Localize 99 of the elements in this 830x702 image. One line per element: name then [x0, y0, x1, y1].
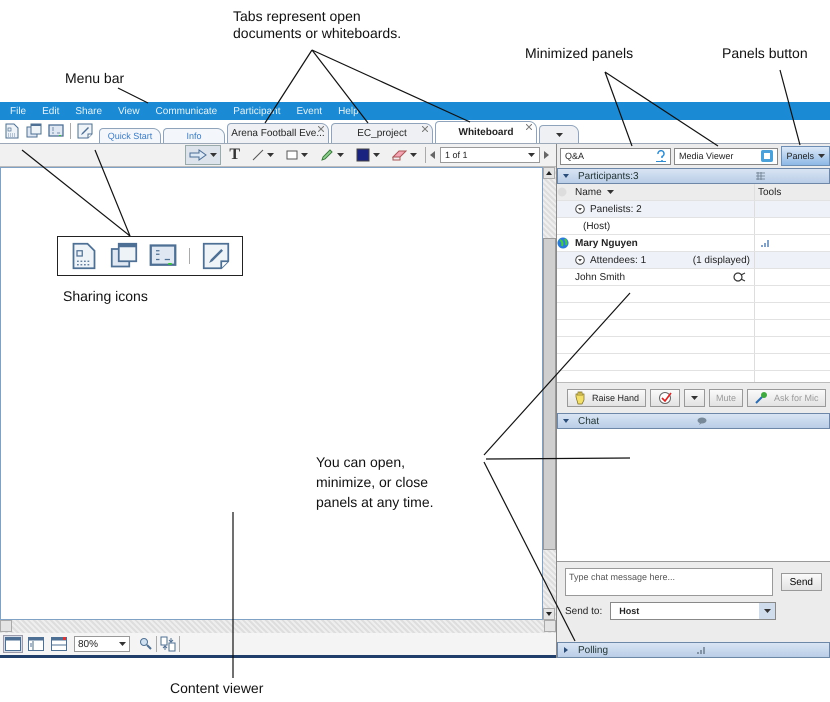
- tab[interactable]: Quick Start: [99, 128, 161, 143]
- caret-icon: [410, 153, 417, 157]
- callout-label: Content viewer: [170, 680, 264, 697]
- callout-label: Minimized panels: [525, 45, 634, 62]
- callout-label: You can open, minimize, or close panels at any time.: [316, 453, 435, 512]
- question-icon: [656, 150, 666, 162]
- magnifier-icon[interactable]: [139, 637, 153, 651]
- close-icon[interactable]: [422, 126, 428, 132]
- panel-title: Polling: [578, 644, 608, 656]
- collapse-circle-icon[interactable]: [575, 204, 585, 214]
- document-tab[interactable]: EC_project: [331, 123, 433, 143]
- split-pane-icon: [28, 637, 44, 651]
- monitor-icon[interactable]: [48, 123, 64, 139]
- caret-icon: [301, 153, 308, 157]
- panel-title: Participants:3: [578, 170, 639, 182]
- sync-pages-icon[interactable]: [160, 636, 176, 652]
- document-icon[interactable]: [70, 242, 98, 270]
- previous-page-icon[interactable]: [430, 151, 436, 159]
- eraser-icon: [392, 149, 407, 161]
- scroll-up-icon[interactable]: [546, 171, 552, 175]
- raise-button[interactable]: Raise Hand: [567, 389, 646, 407]
- chat-message-field[interactable]: Type chat message here...: [565, 568, 773, 596]
- panel-title: Chat: [578, 416, 600, 426]
- send-to-label: Send to:: [565, 606, 602, 616]
- single-pane-icon: [5, 637, 21, 651]
- role-label: (Host): [583, 220, 610, 232]
- collapse-circle-icon[interactable]: [575, 255, 585, 265]
- minimized-panel[interactable]: Q&A: [560, 148, 672, 164]
- globe-icon: [557, 237, 569, 249]
- caret-icon: [373, 153, 380, 157]
- leader-line: [118, 87, 148, 104]
- group-label: Attendees: 1: [590, 254, 646, 266]
- collapse-arrow-icon[interactable]: [562, 172, 570, 180]
- document-icon[interactable]: [4, 123, 20, 139]
- panels-button[interactable]: Panels: [781, 146, 830, 166]
- column-header: Tools: [757, 186, 782, 200]
- caret-icon: [556, 132, 562, 136]
- expand-arrow-icon[interactable]: [562, 646, 570, 654]
- group-note: (1 displayed): [692, 254, 751, 266]
- panel-header[interactable]: Polling: [557, 642, 830, 658]
- thumbnail-pane-icon: [51, 637, 67, 651]
- caret-icon: [691, 396, 698, 400]
- text-tool-button[interactable]: T: [225, 145, 244, 165]
- caret-icon: [528, 153, 535, 157]
- line-icon: [252, 149, 264, 161]
- vertical-scrollbar[interactable]: [543, 167, 556, 620]
- participant-name[interactable]: Mary Nguyen: [575, 238, 638, 248]
- panel-header[interactable]: Participants:3: [557, 168, 830, 184]
- pointer-tool-button[interactable]: [185, 145, 222, 165]
- feedback-button[interactable]: [650, 389, 680, 407]
- participant-name[interactable]: John Smith: [575, 272, 626, 282]
- group-label: Panelists: 2: [590, 204, 642, 214]
- microphone-icon: [754, 391, 768, 405]
- bar-chart-icon: [697, 646, 705, 654]
- menu-button[interactable]: [684, 389, 706, 407]
- caret-icon: [267, 153, 274, 157]
- windows-icon[interactable]: [26, 123, 42, 139]
- scroll-down-icon[interactable]: [546, 612, 552, 616]
- caret-icon: [764, 609, 771, 613]
- media-icon: [761, 150, 774, 162]
- send-to-select[interactable]: Host: [610, 602, 776, 620]
- document-tab[interactable]: Whiteboard: [435, 121, 537, 143]
- page-select[interactable]: 1 of 1: [440, 147, 540, 163]
- view-button[interactable]: [26, 635, 46, 653]
- send-button[interactable]: Send: [780, 573, 822, 591]
- caret-icon: [119, 642, 126, 646]
- caret-icon: [337, 153, 344, 157]
- note-pen-icon[interactable]: [202, 242, 230, 270]
- collapse-arrow-icon[interactable]: [562, 417, 570, 425]
- horizontal-scrollbar[interactable]: [0, 620, 556, 633]
- view-button[interactable]: [49, 635, 69, 653]
- callout-label: Panels button: [722, 45, 808, 62]
- panel-header[interactable]: Chat: [557, 413, 830, 429]
- callout-label: Sharing icons: [63, 288, 148, 305]
- color-swatch-icon: [356, 148, 370, 162]
- signal-bars-icon: [761, 240, 770, 246]
- grid-icon: [756, 172, 765, 180]
- zoom-select[interactable]: 80%: [74, 636, 130, 652]
- text-tool-label: T: [229, 146, 240, 164]
- hand-icon: [574, 391, 586, 405]
- caret-icon: [210, 153, 218, 157]
- callout-label: Menu bar: [65, 70, 124, 87]
- next-page-icon[interactable]: [544, 151, 550, 159]
- note-pen-icon[interactable]: [77, 123, 93, 139]
- caret-icon: [818, 154, 825, 158]
- pen-icon: [320, 148, 334, 162]
- rectangle-icon: [286, 149, 298, 161]
- caret-icon: [606, 190, 614, 194]
- speech-bubble-icon: [697, 417, 707, 425]
- minimized-panel[interactable]: Media Viewer: [674, 148, 778, 164]
- callout-label: Tabs represent open documents or whiteboards.: [233, 8, 402, 42]
- check-circle-icon: [657, 391, 674, 405]
- arrow-icon: [189, 149, 208, 161]
- close-icon[interactable]: [526, 124, 532, 130]
- document-tab[interactable]: Arena Football Eve...: [227, 123, 329, 143]
- tab[interactable]: Info: [163, 128, 225, 143]
- view-button[interactable]: [3, 635, 23, 653]
- column-header[interactable]: Name: [575, 184, 755, 200]
- windows-icon[interactable]: [110, 242, 138, 270]
